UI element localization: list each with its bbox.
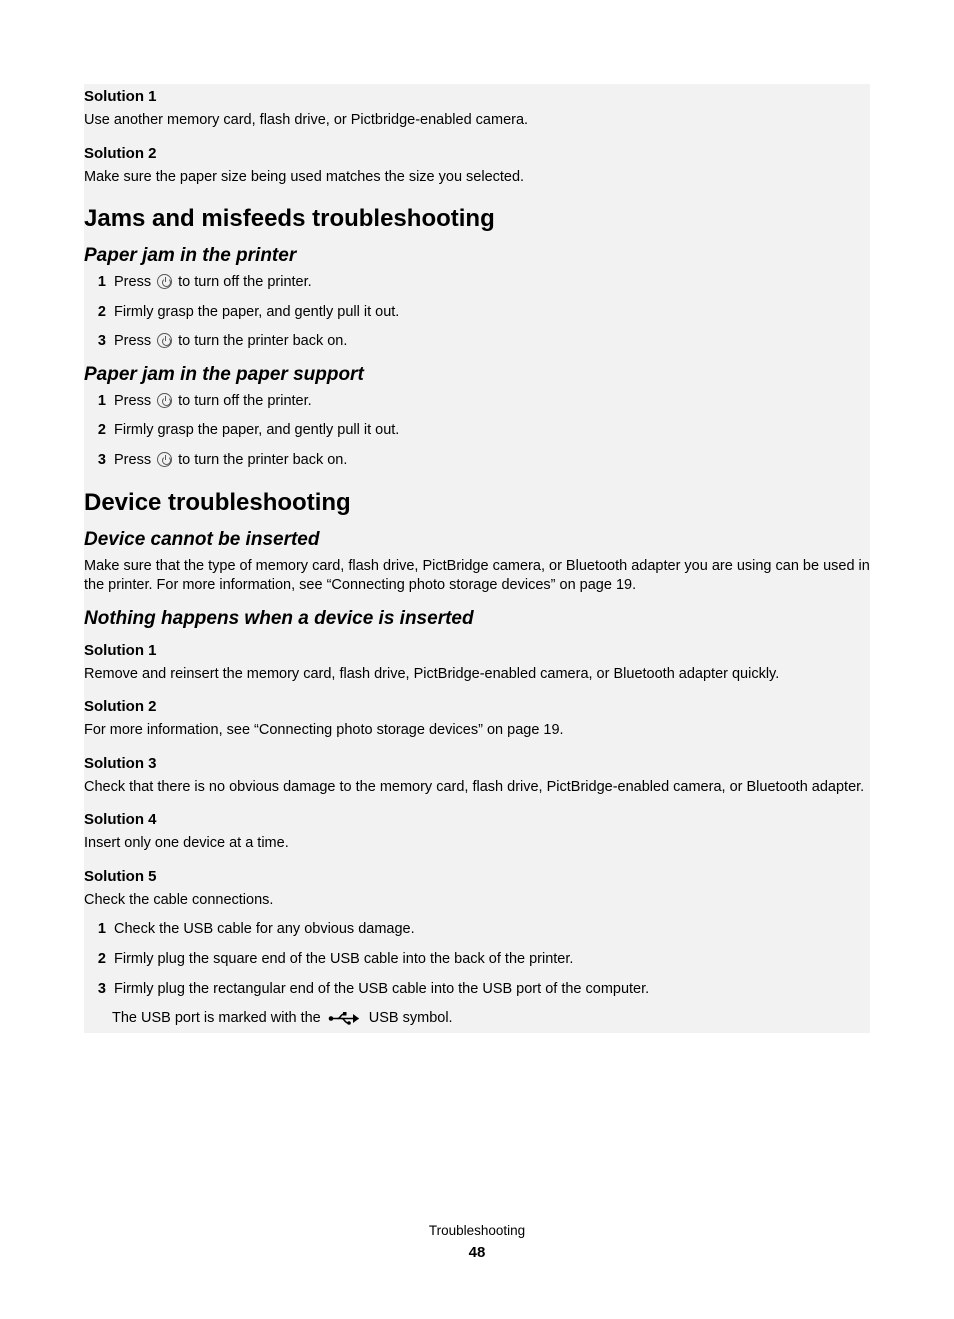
solution-text: Check that there is no obvious damage to… <box>84 778 870 798</box>
step-number: 1 <box>92 920 106 940</box>
step: 3 Press to turn the printer back on. <box>84 451 870 471</box>
note-text-b: USB symbol. <box>365 1010 453 1026</box>
step-text: Firmly grasp the paper, and gently pull … <box>114 422 399 438</box>
power-icon <box>157 393 172 408</box>
note-text-a: The USB port is marked with the <box>112 1010 325 1026</box>
solution-text: Remove and reinsert the memory card, fla… <box>84 665 870 685</box>
solution-text: Make sure the paper size being used matc… <box>84 168 870 188</box>
body-text: Make sure that the type of memory card, … <box>84 557 870 596</box>
step-number: 1 <box>92 392 106 412</box>
step-number: 2 <box>92 303 106 323</box>
step: 2 Firmly grasp the paper, and gently pull… <box>84 303 870 323</box>
subheading-paper-jam-support: Paper jam in the paper support <box>84 364 870 386</box>
page-footer: Troubleshooting 48 <box>0 1223 954 1261</box>
subheading-paper-jam-printer: Paper jam in the printer <box>84 245 870 267</box>
step-number: 3 <box>92 332 106 352</box>
step-number: 2 <box>92 950 106 970</box>
solution-title: Solution 5 <box>84 864 870 885</box>
solution-title: Solution 2 <box>84 141 870 162</box>
step-number: 3 <box>92 451 106 471</box>
step: 1 Check the USB cable for any obvious dam… <box>84 920 870 940</box>
solution-text: For more information, see “Connecting ph… <box>84 721 870 741</box>
step-text-b: to turn the printer back on. <box>174 333 347 349</box>
step-text: Firmly plug the square end of the USB ca… <box>114 951 573 967</box>
power-icon <box>157 452 172 467</box>
footer-section: Troubleshooting <box>0 1223 954 1238</box>
step-number: 2 <box>92 421 106 441</box>
page-content: Solution 1 Use another memory card, flas… <box>84 84 870 1033</box>
step-text: Check the USB cable for any obvious dama… <box>114 921 415 937</box>
step-text: Firmly plug the rectangular end of the U… <box>114 981 649 997</box>
step-text-b: to turn the printer back on. <box>174 452 347 468</box>
solution-text: Insert only one device at a time. <box>84 834 870 854</box>
solution-title: Solution 3 <box>84 751 870 772</box>
usb-icon <box>328 1011 362 1033</box>
step-note: The USB port is marked with the USB symb… <box>84 1009 870 1033</box>
heading-device: Device troubleshooting <box>84 489 870 517</box>
step-text-a: Press <box>114 393 155 409</box>
heading-jams: Jams and misfeeds troubleshooting <box>84 205 870 233</box>
solution-text: Use another memory card, flash drive, or… <box>84 111 870 131</box>
step-text-a: Press <box>114 274 155 290</box>
step: 2 Firmly plug the square end of the USB c… <box>84 950 870 970</box>
solution-title: Solution 1 <box>84 638 870 659</box>
step: 1 Press to turn off the printer. <box>84 273 870 293</box>
step-text: Firmly grasp the paper, and gently pull … <box>114 304 399 320</box>
step: 2 Firmly grasp the paper, and gently pull… <box>84 421 870 441</box>
solution-text: Check the cable connections. <box>84 891 870 911</box>
subheading-device-cannot: Device cannot be inserted <box>84 529 870 551</box>
step-number: 1 <box>92 273 106 293</box>
step-text-b: to turn off the printer. <box>174 393 312 409</box>
step: 1 Press to turn off the printer. <box>84 392 870 412</box>
step-number: 3 <box>92 980 106 1000</box>
footer-page-number: 48 <box>0 1244 954 1261</box>
power-icon <box>157 274 172 289</box>
solution-title: Solution 4 <box>84 807 870 828</box>
power-icon <box>157 333 172 348</box>
solution-title: Solution 2 <box>84 694 870 715</box>
step: 3 Press to turn the printer back on. <box>84 332 870 352</box>
subheading-nothing-happens: Nothing happens when a device is inserte… <box>84 608 870 630</box>
step-text-b: to turn off the printer. <box>174 274 312 290</box>
step-text-a: Press <box>114 452 155 468</box>
solution-title: Solution 1 <box>84 84 870 105</box>
step-text-a: Press <box>114 333 155 349</box>
step: 3 Firmly plug the rectangular end of the … <box>84 980 870 1000</box>
